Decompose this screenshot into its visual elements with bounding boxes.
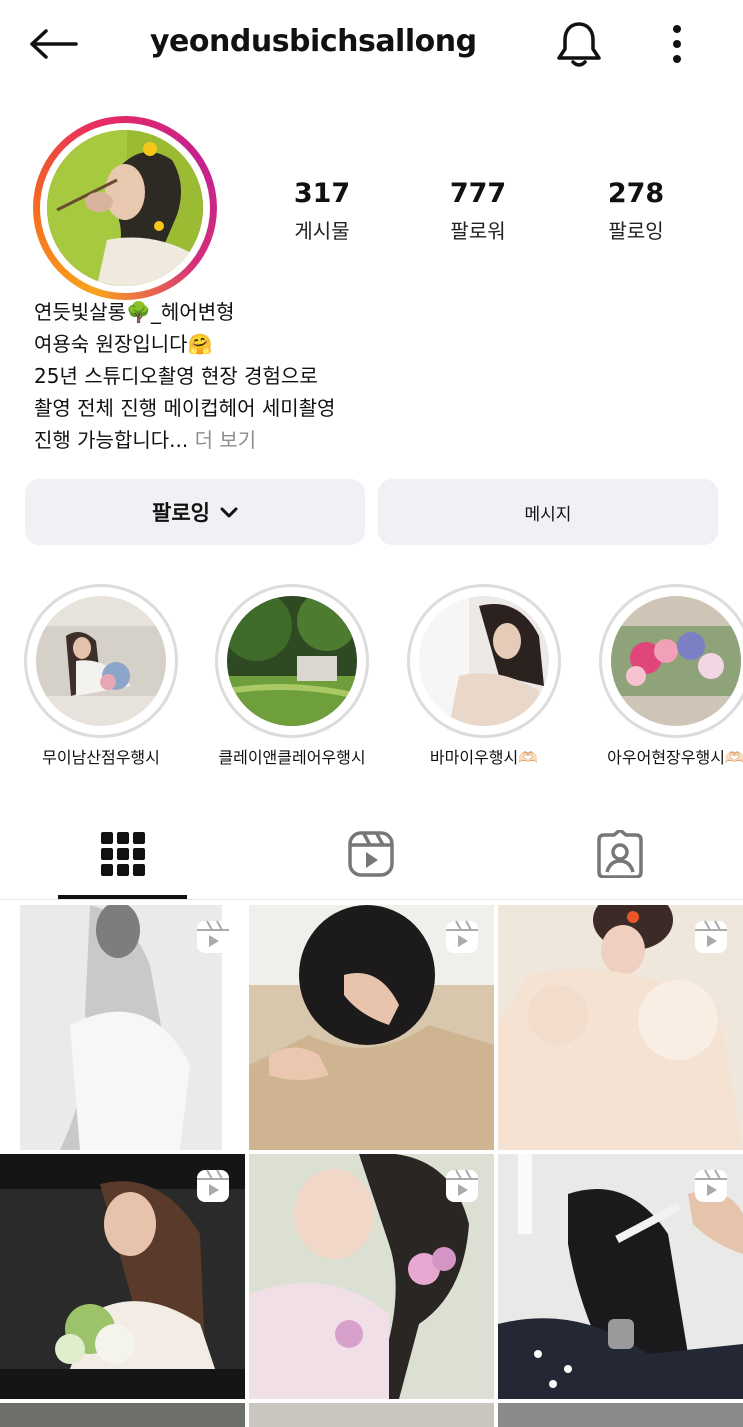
grid-icon (101, 832, 145, 876)
bio-line: 진행 가능합니다... 더 보기 (34, 424, 594, 456)
reels-badge-icon (695, 1169, 727, 1202)
tab-tagged[interactable] (555, 808, 685, 900)
top-bar: yeondusbichsallong (0, 0, 743, 88)
bio-line: 촬영 전체 진행 메이컵헤어 세미촬영 (34, 396, 336, 420)
grid-post[interactable] (0, 905, 245, 1150)
highlight-2[interactable]: 클레이앤클레어우행시 (215, 584, 369, 767)
arrow-left-icon (30, 29, 78, 59)
bio-line: 25년 스튜디오촬영 현장 경험으로 (34, 364, 318, 388)
following-count: 278 (607, 178, 665, 209)
grid-post[interactable] (498, 905, 743, 1150)
profile-username: yeondusbichsallong (150, 24, 477, 59)
notifications-button[interactable] (552, 18, 606, 70)
chevron-down-icon (220, 500, 238, 524)
highlight-ring (599, 584, 743, 738)
highlight-ring (407, 584, 561, 738)
grid-post[interactable] (0, 1403, 245, 1427)
grid-post[interactable] (249, 905, 494, 1150)
highlight-label: 바마이우행시🫶🏻 (429, 748, 539, 767)
reels-badge-icon (446, 920, 478, 953)
bio-line-text: 진행 가능합니다... (34, 428, 189, 452)
following-button-label: 팔로잉 (152, 501, 210, 525)
highlight-3[interactable]: 바마이우행시🫶🏻 (407, 584, 561, 767)
highlight-label: 클레이앤클레어우행시 (218, 748, 366, 767)
profile-bio: 연듯빛살롱🌳_헤어변형 여용숙 원장입니다🤗 25년 스튜디오촬영 현장 경험으… (34, 296, 594, 456)
tagged-icon (597, 830, 643, 878)
followers-count: 777 (449, 178, 507, 209)
stat-following[interactable]: 278 팔로잉 (576, 178, 696, 244)
active-tab-indicator (58, 895, 187, 899)
reels-icon (348, 831, 394, 877)
more-options-button[interactable] (660, 20, 694, 68)
reels-badge-icon (695, 920, 727, 953)
grid-post[interactable] (0, 1154, 245, 1399)
reels-badge-icon (446, 1169, 478, 1202)
bell-icon (557, 22, 601, 67)
grid-post[interactable] (249, 1154, 494, 1399)
back-button[interactable] (28, 22, 84, 66)
message-button[interactable]: 메시지 (378, 479, 718, 545)
tab-grid[interactable] (58, 808, 188, 900)
posts-label: 게시물 (294, 219, 350, 243)
reels-badge-icon (197, 1169, 229, 1202)
tab-reels[interactable] (306, 808, 436, 900)
stat-followers[interactable]: 777 팔로워 (418, 178, 538, 244)
profile-tabs (0, 808, 743, 900)
highlight-cover (227, 596, 357, 726)
posts-count: 317 (293, 178, 351, 209)
message-button-label: 메시지 (524, 504, 572, 525)
bio-more-link[interactable]: 더 보기 (188, 428, 257, 452)
highlight-4[interactable]: 아우어현장우행시🫶🏻 (599, 584, 743, 767)
highlight-1[interactable]: 무이남산점우행시 (24, 584, 178, 767)
highlight-cover (419, 596, 549, 726)
bio-line: 연듯빛살롱🌳_헤어변형 (34, 300, 235, 324)
reels-badge-icon (197, 920, 229, 953)
bio-line: 여용숙 원장입니다🤗 (34, 332, 213, 356)
following-button[interactable]: 팔로잉 (25, 479, 365, 545)
highlight-cover (36, 596, 166, 726)
highlight-ring (215, 584, 369, 738)
followers-label: 팔로워 (450, 219, 506, 243)
avatar (47, 130, 203, 286)
grid-post[interactable] (498, 1154, 743, 1399)
grid-post[interactable] (249, 1403, 494, 1427)
grid-post[interactable] (498, 1403, 743, 1427)
highlight-label: 아우어현장우행시🫶🏻 (607, 748, 743, 767)
highlight-ring (24, 584, 178, 738)
more-vertical-icon (673, 25, 681, 63)
story-ring[interactable] (33, 116, 217, 300)
stat-posts[interactable]: 317 게시물 (262, 178, 382, 244)
highlight-label: 무이남산점우행시 (42, 748, 160, 767)
highlight-cover (611, 596, 741, 726)
following-label: 팔로잉 (608, 219, 664, 243)
